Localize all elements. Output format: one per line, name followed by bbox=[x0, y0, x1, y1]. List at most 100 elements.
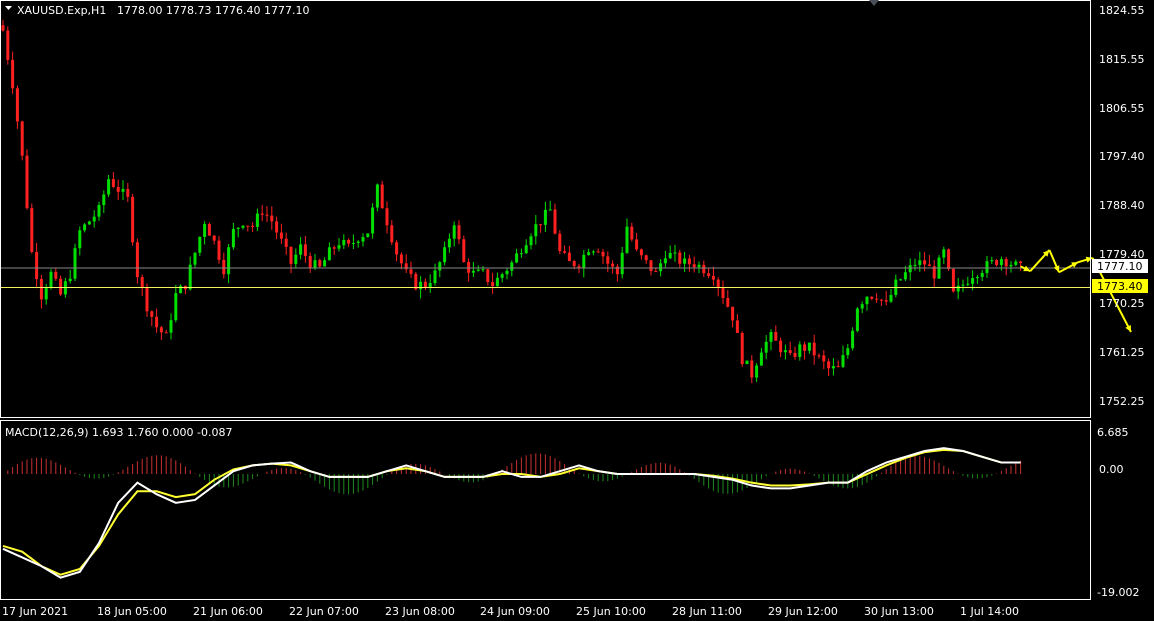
price-axis: 1824.55 1815.55 1806.55 1797.40 1788.40 … bbox=[1099, 4, 1145, 408]
candle-body bbox=[635, 239, 639, 250]
candle-body bbox=[606, 256, 610, 264]
candle-body bbox=[611, 263, 615, 267]
candle-body bbox=[54, 271, 58, 279]
candle-body bbox=[649, 260, 653, 272]
candle-body bbox=[553, 209, 557, 234]
price-tick: 1824.55 bbox=[1099, 4, 1145, 17]
dropdown-triangle-icon[interactable] bbox=[5, 6, 12, 10]
candle-body bbox=[975, 276, 979, 279]
candle-body bbox=[745, 360, 749, 365]
price-tick: 1815.55 bbox=[1099, 53, 1145, 66]
candle-body bbox=[534, 224, 538, 237]
candle-body bbox=[30, 208, 34, 252]
candle-body bbox=[107, 179, 111, 195]
candle-body bbox=[313, 260, 317, 269]
candle-body bbox=[750, 360, 754, 378]
candle-body bbox=[663, 258, 667, 264]
candle-body bbox=[659, 263, 663, 272]
candle-body bbox=[44, 288, 48, 300]
candle-body bbox=[899, 279, 903, 281]
candle-body bbox=[308, 255, 312, 269]
candle-body bbox=[236, 227, 240, 229]
candle-body bbox=[966, 283, 970, 285]
candle-body bbox=[582, 254, 586, 269]
candle-body bbox=[774, 332, 778, 341]
candle-body bbox=[433, 270, 437, 284]
candle-body bbox=[212, 235, 216, 241]
candle-body bbox=[390, 225, 394, 243]
candles-layer bbox=[1, 19, 1023, 384]
candle-body bbox=[323, 260, 327, 267]
candle-body bbox=[116, 186, 120, 192]
candle-body bbox=[563, 251, 567, 253]
candle-body bbox=[174, 293, 178, 321]
candle-body bbox=[735, 320, 739, 333]
candle-body bbox=[476, 269, 480, 271]
candle-body bbox=[846, 348, 850, 356]
price-tick: 1788.40 bbox=[1099, 199, 1145, 212]
candle-body bbox=[443, 247, 447, 263]
candle-body bbox=[265, 214, 269, 216]
candle-body bbox=[179, 285, 183, 294]
ohlc-low: 1776.40 bbox=[215, 4, 261, 17]
candle-body bbox=[1014, 261, 1018, 265]
candle-body bbox=[270, 215, 274, 222]
candle-body bbox=[678, 252, 682, 264]
candle-body bbox=[807, 342, 811, 351]
candle-body bbox=[539, 224, 543, 226]
candle-body bbox=[879, 299, 883, 301]
candle-body bbox=[884, 300, 888, 302]
current-price-label: 1777.10 bbox=[1097, 260, 1143, 273]
candle-body bbox=[486, 269, 490, 283]
candle-body bbox=[726, 297, 730, 307]
candle-body bbox=[601, 251, 605, 257]
candle-body bbox=[519, 253, 523, 255]
time-tick: 18 Jun 05:00 bbox=[97, 605, 167, 618]
candle-body bbox=[947, 249, 951, 269]
candle-body bbox=[299, 244, 303, 255]
candle-body bbox=[995, 260, 999, 265]
candle-body bbox=[155, 316, 159, 328]
candle-body bbox=[193, 252, 197, 265]
candle-body bbox=[951, 268, 955, 292]
candle-body bbox=[817, 355, 821, 357]
price-chart[interactable]: XAUUSD.Exp,H1 1778.00 1778.73 1776.40 17… bbox=[0, 0, 1154, 621]
candle-body bbox=[121, 189, 125, 192]
candle-body bbox=[140, 277, 144, 287]
candle-body bbox=[707, 273, 711, 276]
candle-body bbox=[447, 238, 451, 248]
candle-body bbox=[150, 311, 154, 317]
candle-body bbox=[414, 273, 418, 290]
candle-body bbox=[356, 241, 360, 244]
candle-body bbox=[740, 332, 744, 365]
candle-body bbox=[721, 287, 725, 298]
candle-body bbox=[83, 224, 87, 231]
candle-body bbox=[500, 274, 504, 278]
candle-body bbox=[587, 252, 591, 255]
time-tick: 24 Jun 09:00 bbox=[480, 605, 550, 618]
candle-body bbox=[755, 365, 759, 378]
candle-body bbox=[923, 260, 927, 265]
candle-body bbox=[625, 226, 629, 253]
candle-body bbox=[990, 260, 994, 262]
candle-body bbox=[169, 320, 173, 333]
candle-body bbox=[255, 213, 259, 227]
candle-body bbox=[572, 261, 576, 267]
candle-body bbox=[999, 259, 1003, 265]
candle-body bbox=[827, 361, 831, 369]
shift-marker-icon[interactable] bbox=[869, 0, 879, 6]
candle-body bbox=[251, 225, 255, 227]
level-price-label: 1773.40 bbox=[1097, 280, 1143, 293]
candle-body bbox=[851, 330, 855, 349]
candle-body bbox=[385, 208, 389, 226]
candle-body bbox=[956, 285, 960, 292]
candle-body bbox=[591, 251, 595, 253]
candle-body bbox=[375, 184, 379, 208]
candle-body bbox=[59, 278, 63, 295]
time-tick: 21 Jun 06:00 bbox=[193, 605, 263, 618]
ohlc-close: 1777.10 bbox=[264, 4, 310, 17]
candle-body bbox=[366, 233, 370, 238]
candle-body bbox=[908, 265, 912, 273]
candle-body bbox=[841, 355, 845, 367]
candle-body bbox=[395, 242, 399, 255]
